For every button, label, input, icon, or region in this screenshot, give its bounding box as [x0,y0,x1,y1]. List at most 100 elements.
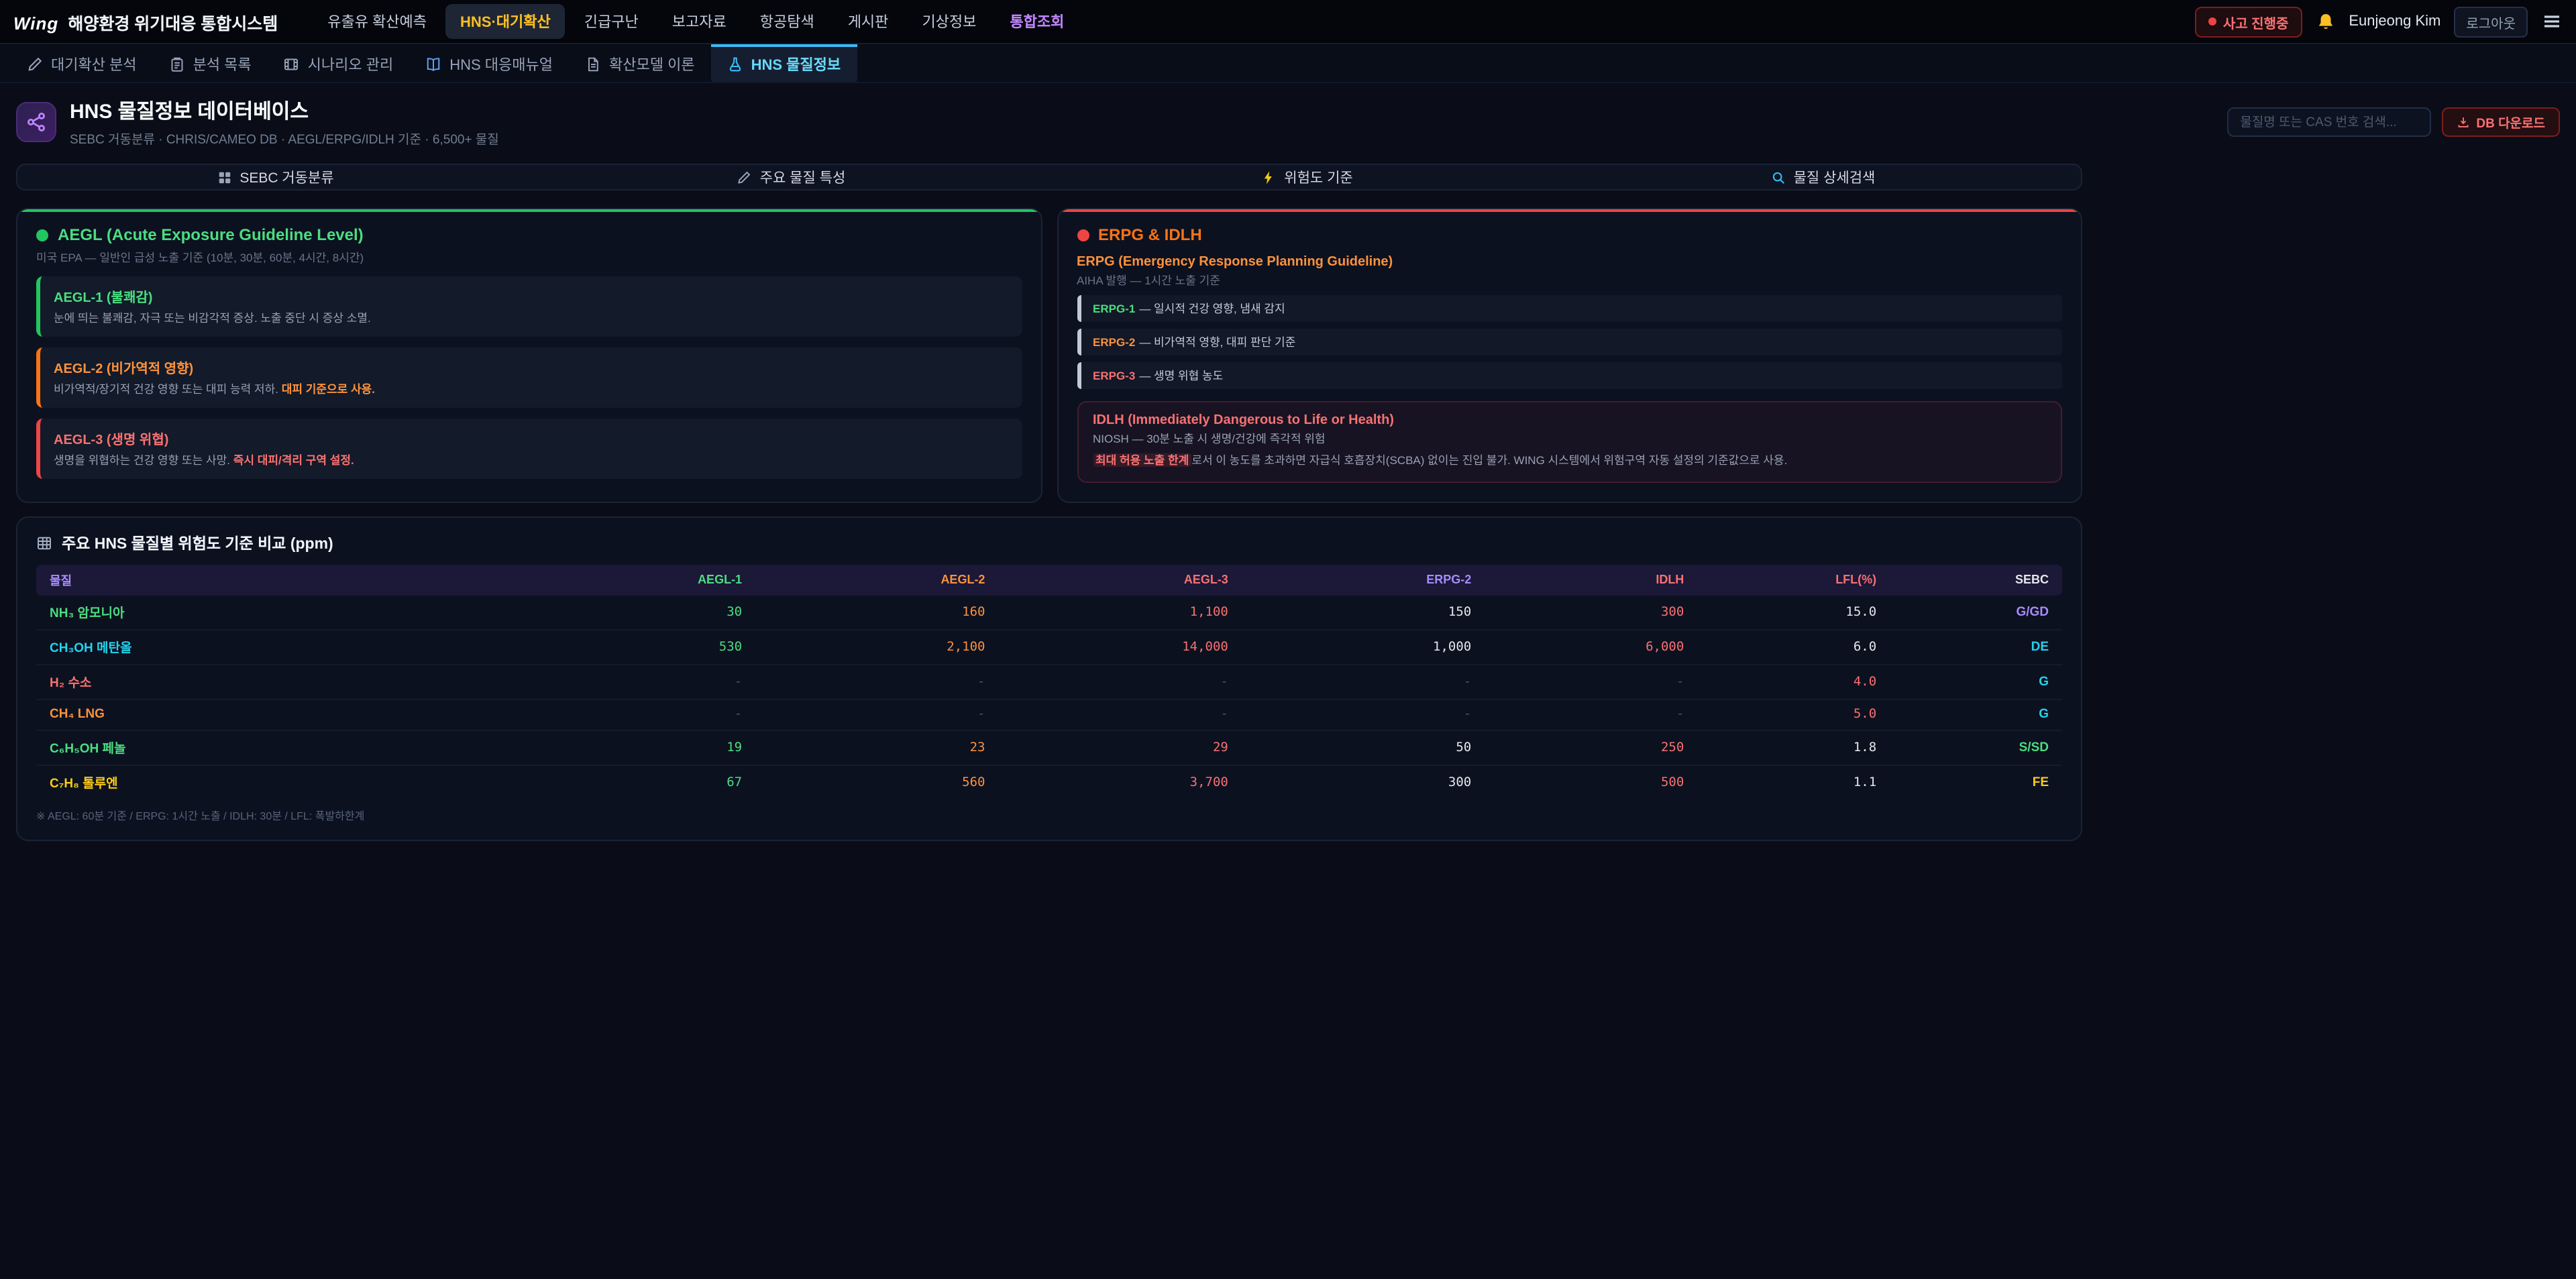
col-lfl: LFL(%) [1697,565,1890,596]
pencil-icon [27,56,43,72]
status-dot-icon [2208,17,2216,25]
erpg-level-1-row: ERPG-1— 일시적 건강 영향, 냄새 감지 [1077,295,2062,322]
erpg-level-2-row: ERPG-2— 비가역적 영향, 대피 판단 기준 [1077,329,2062,355]
molecule-icon [16,102,56,142]
aegl-panel: AEGL (Acute Exposure Guideline Level) 미국… [16,208,1042,503]
tab-hazard-criteria[interactable]: 위험도 기준 [1049,165,1565,189]
topnav-right: 사고 진행중 Eunjeong Kim 로그아웃 [2195,6,2563,37]
db-download-label: DB 다운로드 [2476,113,2545,131]
main-menu: 유출유 확산예측 HNS·대기확산 긴급구난 보고자료 항공탐색 게시판 기상정… [313,4,1079,39]
logout-button[interactable]: 로그아웃 [2454,6,2528,37]
page-title: HNS 물질정보 데이터베이스 [70,97,499,125]
document-icon [585,56,601,72]
nav-item-integrated-search[interactable]: 통합조회 [995,4,1079,39]
table-row: H₂ 수소 - - - - - 4.0 G [36,665,2062,700]
lightning-icon [1261,170,1276,184]
app-title: 해양환경 위기대응 통합시스템 [68,9,278,34]
col-erpg2: ERPG-2 [1242,565,1485,596]
nav-item-rescue[interactable]: 긴급구난 [570,4,653,39]
aegl-level-desc: 비가역적/장기적 건강 영향 또는 대피 능력 저하. 대피 기준으로 사용. [54,381,1008,397]
header-titles: HNS 물질정보 데이터베이스 SEBC 거동분류 · CHRIS/CAMEO … [70,97,499,148]
tab-label: 위험도 기준 [1284,167,1352,187]
tab-hns-substance-info[interactable]: HNS 물질정보 [711,44,857,82]
idlh-subtitle: NIOSH — 30분 노출 시 생명/건강에 즉각적 위험 [1093,431,2046,447]
table-row: NH₃ 암모니아 30 160 1,100 150 300 15.0 G/GD [36,596,2062,630]
notifications-button[interactable] [2315,11,2335,32]
aegl-level-name: AEGL-1 (불쾌감) [54,286,1008,306]
film-icon [284,56,300,72]
aegl-level-desc: 생명을 위협하는 건강 영향 또는 사망. 즉시 대피/격리 구역 설정. [54,452,1008,468]
aegl-panel-title: AEGL (Acute Exposure Guideline Level) [36,225,1022,244]
app-root: Wing 해양환경 위기대응 통합시스템 유출유 확산예측 HNS·대기확산 긴… [0,0,2576,1279]
table-icon [36,535,52,551]
book-icon [425,56,441,72]
erpg-level-3-row: ERPG-3— 생명 위협 농도 [1077,362,2062,389]
idlh-description: 최대 허용 노출 한계로서 이 농도를 초과하면 자급식 호흡장치(SCBA) … [1093,452,2046,469]
search-icon [1771,170,1786,184]
tab-hns-manual[interactable]: HNS 대응매뉴얼 [409,44,569,82]
hamburger-icon [2541,11,2563,32]
aegl-level-name: AEGL-3 (생명 위협) [54,428,1008,448]
bell-icon [2315,11,2335,32]
grid-icon [217,170,231,184]
aegl-level-desc: 눈에 띄는 불쾌감, 자극 또는 비감각적 증상. 노출 중단 시 증상 소멸. [54,310,1008,326]
col-idlh: IDLH [1485,565,1697,596]
comparison-table-title: 주요 HNS 물질별 위험도 기준 비교 (ppm) [36,533,2062,554]
col-aegl2: AEGL-2 [755,565,998,596]
col-substance: 물질 [36,565,523,596]
col-sebc: SEBC [1890,565,2062,596]
tab-label: 대기확산 분석 [51,54,137,75]
nav-item-oil-spill[interactable]: 유출유 확산예측 [313,4,441,39]
tab-label: 시나리오 관리 [308,54,394,75]
erpg-panel-title: ERPG & IDLH [1077,225,2062,244]
aegl-level-1-box: AEGL-1 (불쾌감) 눈에 띄는 불쾌감, 자극 또는 비감각적 증상. 노… [36,276,1022,337]
idlh-highlight: 최대 허용 노출 한계 [1093,453,1191,467]
substance-search-input[interactable] [2226,107,2430,137]
nav-item-weather[interactable]: 기상정보 [907,4,991,39]
col-aegl1: AEGL-1 [523,565,755,596]
aegl-level-3-box: AEGL-3 (생명 위협) 생명을 위협하는 건강 영향 또는 사망. 즉시 … [36,419,1022,479]
table-footnote: ※ AEGL: 60분 기준 / ERPG: 1시간 노출 / IDLH: 30… [36,809,2062,824]
aegl-level-name: AEGL-2 (비가역적 영향) [54,357,1008,377]
table-row: CH₄ LNG - - - - - 5.0 G [36,700,2062,730]
tab-analysis-list[interactable]: 분석 목록 [153,44,268,82]
tab-sebc-classification[interactable]: SEBC 거동분류 [17,165,533,189]
table-row: C₆H₅OH 페놀 19 23 29 50 250 1.8 S/SD [36,730,2062,765]
criteria-panels: AEGL (Acute Exposure Guideline Level) 미국… [16,208,2082,503]
hazard-comparison-card: 주요 HNS 물질별 위험도 기준 비교 (ppm) 물질 AEGL-1 AEG… [16,516,2082,841]
tab-dispersion-analysis[interactable]: 대기확산 분석 [11,44,153,82]
page-subtitle: SEBC 거동분류 · CHRIS/CAMEO DB · AEGL/ERPG/I… [70,129,499,148]
top-navbar: Wing 해양환경 위기대응 통합시스템 유출유 확산예측 HNS·대기확산 긴… [0,0,2576,44]
erpg-subtitle: AIHA 발행 — 1시간 노출 기준 [1077,272,2062,288]
nav-item-hns-dispersion[interactable]: HNS·대기확산 [445,4,566,39]
nav-item-reports[interactable]: 보고자료 [657,4,741,39]
tab-model-theory[interactable]: 확산모델 이론 [569,44,711,82]
module-tabbar: 대기확산 분석 분석 목록 시나리오 관리 HNS 대응매뉴얼 확산모델 이론 … [0,44,2576,83]
tab-label: 확산모델 이론 [609,54,695,75]
incident-status-badge[interactable]: 사고 진행중 [2195,6,2302,37]
pencil-icon [737,170,752,184]
erpg-idlh-panel: ERPG & IDLH ERPG (Emergency Response Pla… [1057,208,2082,503]
idlh-heading: IDLH (Immediately Dangerous to Life or H… [1093,413,2046,428]
nav-item-aerial-search[interactable]: 항공탐색 [745,4,829,39]
tab-label: HNS 물질정보 [751,54,841,75]
tab-detail-search[interactable]: 물질 상세검색 [1565,165,2081,189]
tab-label: 분석 목록 [193,54,252,75]
db-download-button[interactable]: DB 다운로드 [2441,107,2560,137]
red-dot-icon [1077,229,1089,241]
download-icon [2456,115,2469,129]
menu-button[interactable] [2541,11,2563,32]
tab-label: SEBC 거동분류 [239,167,333,187]
green-dot-icon [36,229,48,241]
incident-status-label: 사고 진행중 [2223,11,2289,32]
brand[interactable]: Wing 해양환경 위기대응 통합시스템 [13,9,278,34]
flask-icon [727,56,743,72]
tab-scenario-management[interactable]: 시나리오 관리 [268,44,410,82]
table-row: CH₃OH 메탄올 530 2,100 14,000 1,000 6,000 6… [36,630,2062,665]
table-row: C₇H₈ 톨루엔 67 560 3,700 300 500 1.1 FE [36,765,2062,799]
page-header: HNS 물질정보 데이터베이스 SEBC 거동분류 · CHRIS/CAMEO … [0,83,2576,160]
nav-item-board[interactable]: 게시판 [833,4,904,39]
col-aegl3: AEGL-3 [998,565,1241,596]
tab-key-properties[interactable]: 주요 물질 특성 [533,165,1049,189]
tab-label: 물질 상세검색 [1794,167,1876,187]
